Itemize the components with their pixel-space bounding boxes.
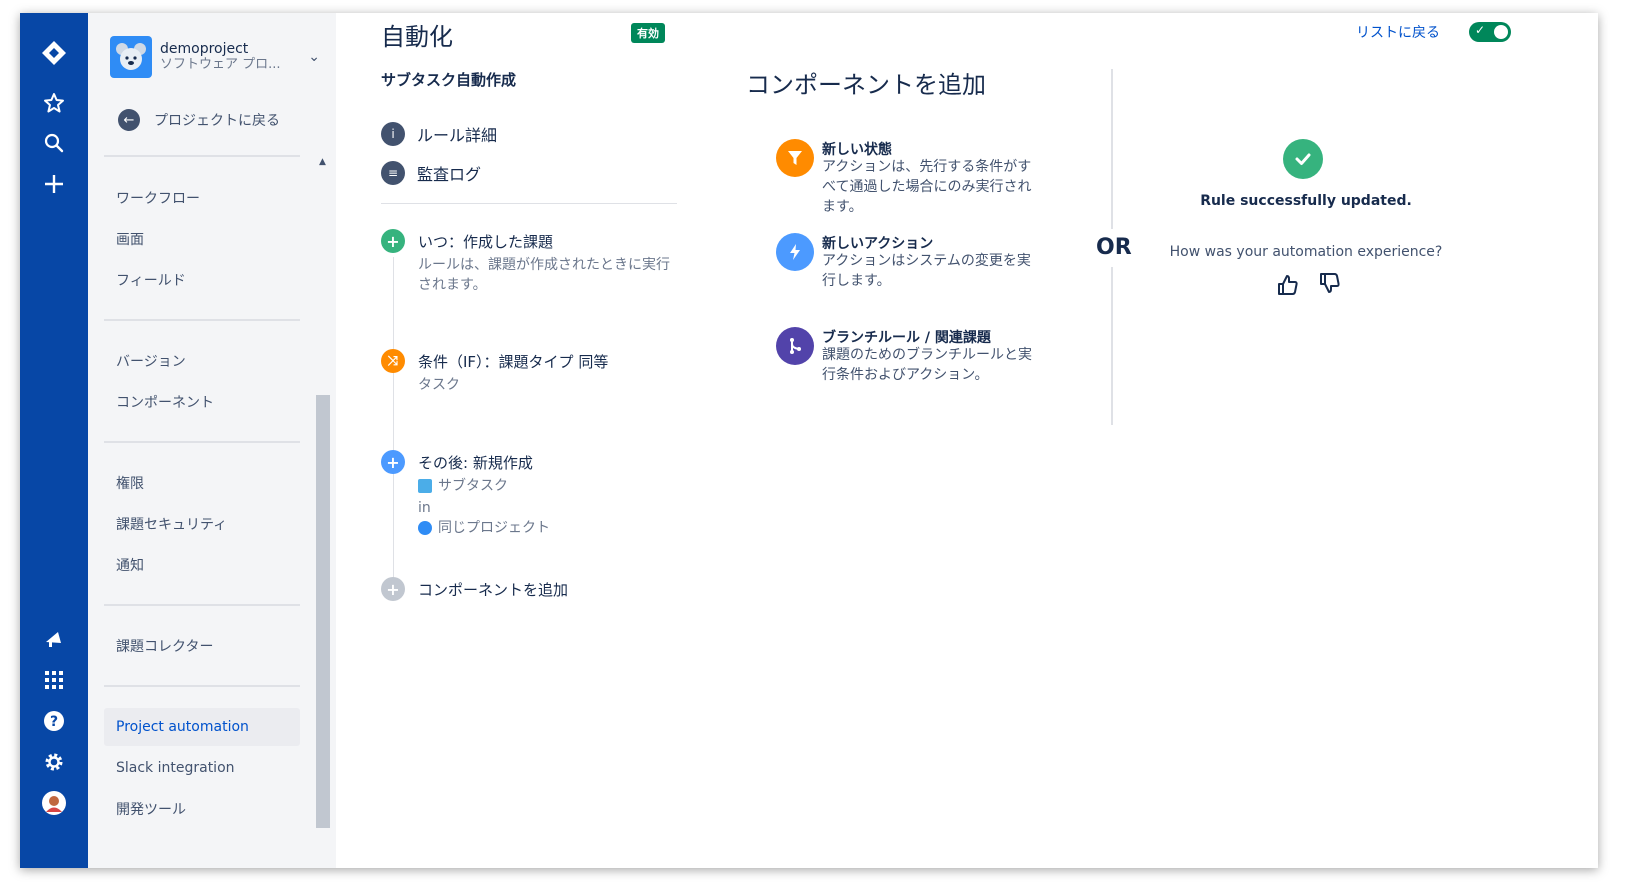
trigger-title: いつ：作成した課題 [418,233,554,251]
sidebar-item-dev-tools[interactable]: 開発ツール [104,790,300,828]
success-check-icon [1283,139,1323,179]
info-icon: i [381,122,405,146]
toggle-knob [1494,25,1508,39]
subtask-icon [418,479,432,493]
sidebar-item-issue-security[interactable]: 課題セキュリティ [104,505,300,543]
arrow-left-icon: ← [118,109,140,131]
divider [104,155,300,157]
or-label: OR [1096,235,1132,260]
divider [381,203,677,204]
jira-logo-icon[interactable] [20,35,88,71]
sidebar-item-fields[interactable]: フィールド [104,261,300,299]
search-icon[interactable] [20,125,88,161]
divider [104,685,300,687]
shuffle-icon: ⤨ [381,349,405,373]
back-to-project-link[interactable]: ← プロジェクトに戻る [118,109,280,131]
sidebar-item-notifications[interactable]: 通知 [104,546,300,584]
rule-name: サブタスク自動作成 [381,71,517,89]
branch-rule-description: 課題のためのブランチルールと実行条件およびアクション。 [822,347,1032,383]
new-action-description: アクションはシステムの変更を実行します。 [822,253,1031,289]
project-icon [418,521,432,535]
feedback-question: How was your automation experience? [1169,244,1443,260]
sidebar-item-project-automation[interactable]: Project automation [104,708,300,746]
action-project: 同じプロジェクト [418,518,680,538]
condition-title: 条件（IF）：課題タイプ 同等 [418,353,609,371]
global-nav: ? [20,13,88,868]
star-icon[interactable] [20,85,88,121]
action-in-label: in [418,500,431,516]
divider [104,319,300,321]
sidebar-item-slack-integration[interactable]: Slack integration [104,749,300,787]
rule-enabled-toggle[interactable]: ✓ [1469,22,1511,42]
thumbs-up-icon[interactable] [1274,271,1302,299]
sidebar-item-issue-collectors[interactable]: 課題コレクター [104,627,300,665]
add-plus-icon: + [381,577,405,601]
project-avatar [110,36,152,78]
project-type: ソフトウェア プロ... [160,57,281,72]
action-issue-type-label: サブタスク [438,478,508,494]
back-to-project-label: プロジェクトに戻る [154,113,280,129]
sidebar-item-components[interactable]: コンポーネント [104,383,300,421]
divider [104,441,300,443]
app-window: ? demoproject ソフトウェア プロ... ⌄ ← プロジェクトに戻る… [20,13,1598,868]
svg-text:?: ? [50,714,58,730]
create-plus-icon[interactable] [20,166,88,202]
scrollbar-thumb[interactable] [316,395,330,828]
lightning-icon [776,233,814,271]
new-action-title: 新しいアクション [822,236,934,252]
trigger-description: ルールは、課題が作成されたときに実行されます。 [418,257,670,293]
new-condition-title: 新しい状態 [822,142,892,158]
sidebar-item-workflow[interactable]: ワークフロー [104,179,300,217]
action-project-label: 同じプロジェクト [438,520,550,536]
project-name: demoproject [160,41,249,57]
megaphone-icon[interactable] [20,621,88,657]
project-sidebar: demoproject ソフトウェア プロ... ⌄ ← プロジェクトに戻る ワ… [88,13,336,868]
or-divider-bottom [1111,267,1113,425]
new-condition-description: アクションは、先行する条件がすべて通過した場合にのみ実行されます。 [822,159,1032,215]
audit-log-link[interactable]: ≡ 監査ログ [381,161,481,185]
main-content: 自動化 有効 リストに戻る ✓ サブタスク自動作成 i ルール詳細 ≡ 監査ログ… [336,13,1598,868]
project-switcher[interactable]: demoproject ソフトウェア プロ... ⌄ [110,35,320,79]
check-icon: ✓ [1475,23,1486,37]
add-component-label: コンポーネントを追加 [418,581,569,599]
trigger-plus-icon: + [381,229,405,253]
back-to-list-link[interactable]: リストに戻る [1356,22,1440,42]
action-issue-type: サブタスク [418,476,680,496]
add-component-title: コンポーネントを追加 [746,71,986,99]
sidebar-item-screens[interactable]: 画面 [104,220,300,258]
settings-gear-icon[interactable] [20,744,88,780]
rule-details-link[interactable]: i ルール詳細 [381,122,497,146]
action-plus-icon: + [381,450,405,474]
rule-details-label: ルール詳細 [417,126,498,145]
rule-flow-line [393,257,394,587]
page-title: 自動化 [381,23,453,51]
condition-value: タスク [418,377,460,393]
list-icon: ≡ [381,161,405,185]
action-title: その後: 新規作成 [418,454,533,472]
divider [104,604,300,606]
or-divider-top [1111,69,1113,229]
user-avatar[interactable] [20,785,88,821]
chevron-down-icon: ⌄ [308,49,320,65]
audit-log-label: 監査ログ [417,165,482,184]
thumbs-down-icon[interactable] [1316,269,1344,297]
scroll-up-arrow-icon[interactable]: ▲ [319,157,326,167]
sidebar-item-versions[interactable]: バージョン [104,342,300,380]
branch-icon [776,327,814,365]
filter-icon [776,139,814,177]
status-badge: 有効 [631,23,665,43]
sidebar-item-permissions[interactable]: 権限 [104,464,300,502]
branch-rule-title: ブランチルール / 関連課題 [822,330,991,346]
success-message: Rule successfully updated. [1200,193,1412,209]
help-icon[interactable]: ? [20,703,88,739]
app-switcher-icon[interactable] [20,662,88,698]
